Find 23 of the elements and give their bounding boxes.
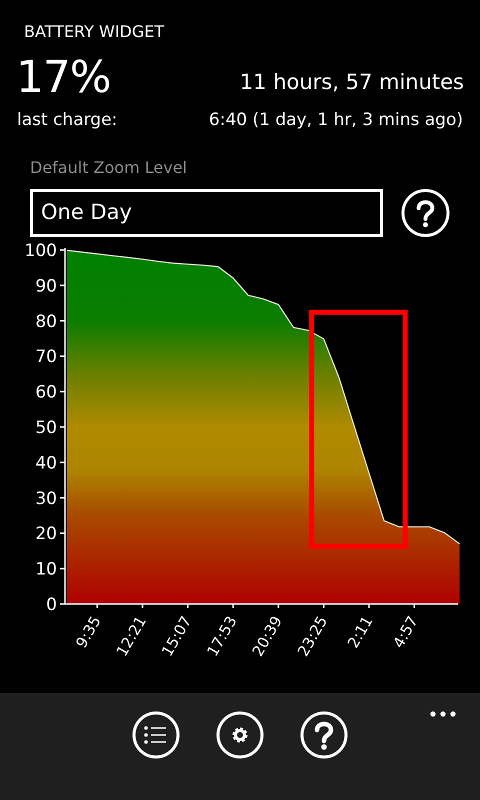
last-charge-value: 6:40 (1 day, 1 hr, 3 mins ago) [208,109,463,132]
app-title: BATTERY WIDGET [24,21,166,43]
axis-label: 30 [35,488,57,508]
more-icon[interactable] [430,710,456,716]
axis-label: 70 [35,346,57,367]
axis-label: 100 [24,240,57,260]
battery-percentage: 17% [16,52,110,104]
axis-label: 10 [35,559,57,580]
list-icon[interactable] [132,710,180,758]
help-icon[interactable] [401,188,450,238]
axis-label: 90 [35,276,57,296]
help-icon[interactable] [300,710,348,758]
axis-label: 20 [35,524,57,544]
time-remaining: 11 hours, 57 minutes [240,69,464,96]
axis-label: 50 [35,418,57,438]
field-label: Default Zoom Level [30,156,188,178]
axis-label: 0 [46,594,57,614]
last-charge-label: last charge: [17,109,118,132]
axis-label: 40 [35,452,57,473]
axis-label: 60 [35,382,57,402]
settings-icon[interactable] [216,710,264,758]
axis-label: 80 [35,311,57,332]
zoom-level-dropdown[interactable]: One Day [30,188,384,236]
